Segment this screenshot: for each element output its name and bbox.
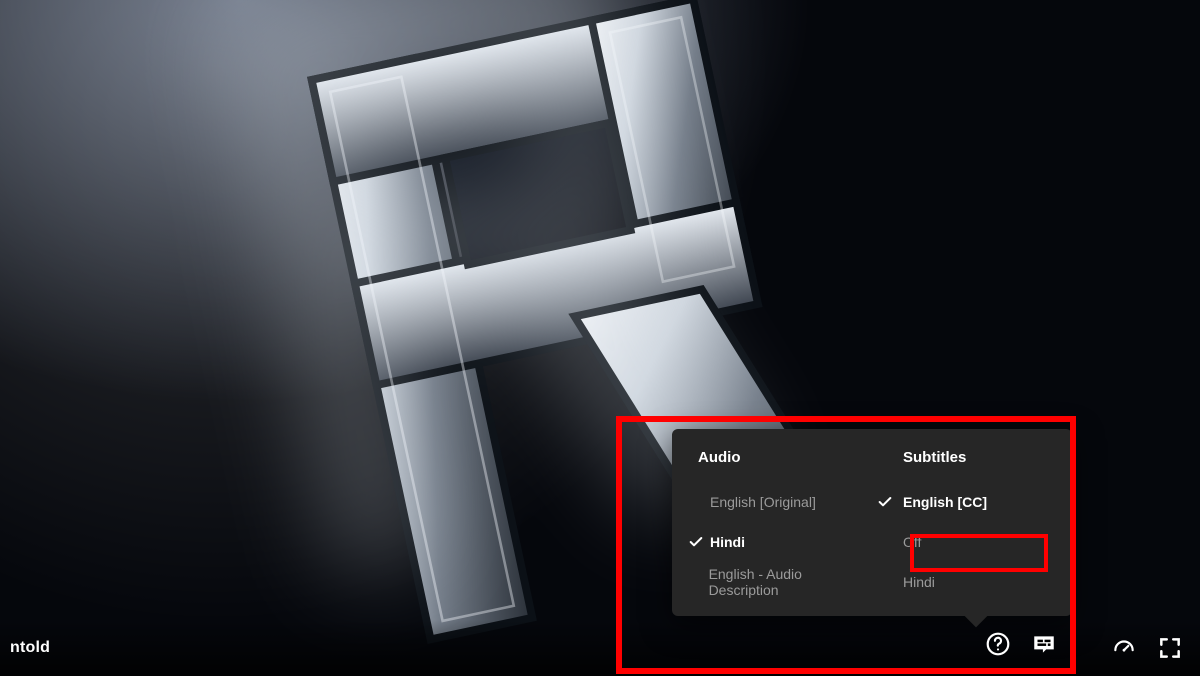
audio-option-english-original[interactable]: English [Original] xyxy=(688,482,873,522)
audio-option-english-ad[interactable]: English - Audio Description xyxy=(688,562,873,602)
audio-option-hindi[interactable]: Hindi xyxy=(688,522,873,562)
check-icon xyxy=(688,574,709,590)
fullscreen-button[interactable] xyxy=(1150,628,1190,668)
audio-column: Audio English [Original] Hindi English -… xyxy=(672,449,873,602)
audio-option-label: English - Audio Description xyxy=(709,566,865,598)
subtitles-button[interactable] xyxy=(1026,626,1062,662)
audio-option-label: Hindi xyxy=(710,534,745,550)
check-icon xyxy=(877,574,903,590)
help-button[interactable] xyxy=(980,626,1016,662)
check-icon xyxy=(688,494,710,510)
subtitles-option-label: English [CC] xyxy=(903,494,987,510)
subtitles-option-off[interactable]: Off xyxy=(877,522,1052,562)
check-icon xyxy=(877,494,903,510)
subtitles-option-hindi[interactable]: Hindi xyxy=(877,562,1052,602)
subtitles-option-label: Hindi xyxy=(903,574,935,590)
audio-subtitles-panel: Audio English [Original] Hindi English -… xyxy=(672,429,1072,616)
check-icon xyxy=(688,534,710,550)
subtitles-column: Subtitles English [CC] Off Hindi xyxy=(873,449,1072,602)
video-player: Audio English [Original] Hindi English -… xyxy=(0,0,1200,676)
audio-option-label: English [Original] xyxy=(710,494,816,510)
subtitles-header: Subtitles xyxy=(877,449,1052,466)
check-icon xyxy=(877,534,903,550)
subtitles-option-english-cc[interactable]: English [CC] xyxy=(877,482,1052,522)
playback-speed-button[interactable] xyxy=(1104,628,1144,668)
video-title: ntold xyxy=(10,639,50,657)
audio-header: Audio xyxy=(698,449,873,466)
subtitles-option-label: Off xyxy=(903,534,921,550)
